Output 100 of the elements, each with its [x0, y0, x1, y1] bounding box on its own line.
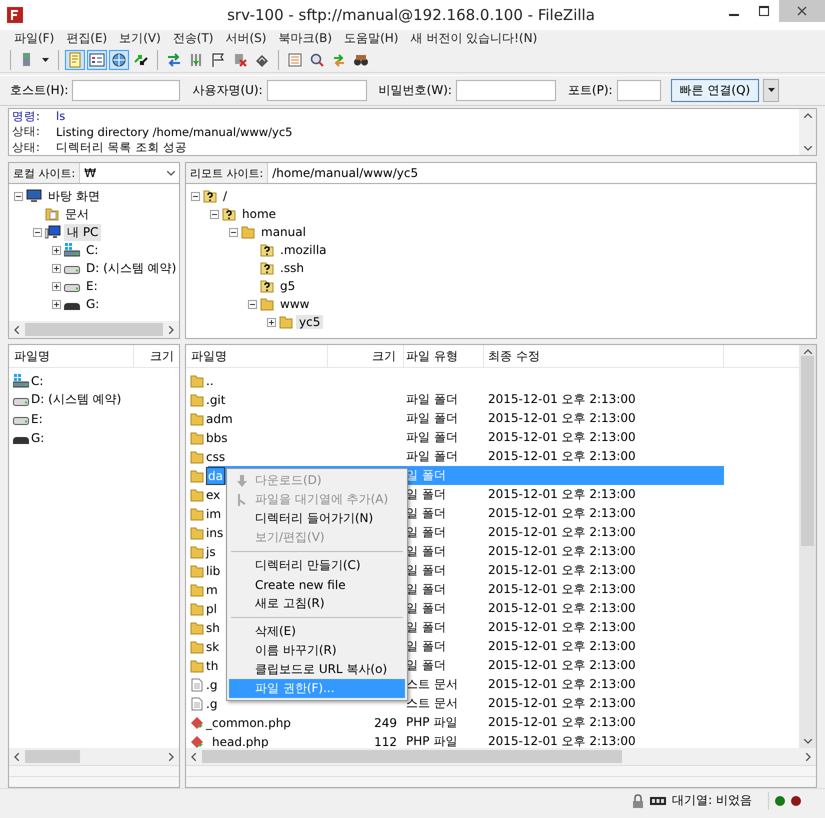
column-header[interactable]: 파일 유형 — [404, 345, 484, 368]
collapse-toggle[interactable] — [33, 228, 42, 237]
expand-toggle[interactable] — [52, 300, 61, 309]
file-name[interactable]: ex — [206, 488, 220, 502]
scroll-left-icon[interactable] — [191, 752, 196, 761]
file-name[interactable]: sk — [206, 640, 220, 654]
expand-toggle[interactable] — [52, 282, 61, 291]
scrollbar[interactable] — [9, 748, 179, 766]
tree-item[interactable]: .mozilla — [277, 243, 330, 258]
file-name[interactable]: C: — [31, 374, 44, 388]
menu-item[interactable]: 전송(T) — [166, 30, 220, 48]
file-name[interactable]: css — [206, 450, 226, 464]
column-header[interactable]: 파일명 — [186, 345, 328, 368]
scroll-down-icon[interactable] — [804, 146, 812, 152]
collapse-toggle[interactable] — [210, 210, 219, 219]
file-name[interactable]: .git — [206, 392, 226, 407]
scrollbar-thumb[interactable] — [801, 356, 814, 546]
file-name[interactable]: .. — [206, 374, 214, 388]
expand-toggle[interactable] — [52, 264, 61, 273]
tree-item[interactable]: D: (시스템 예약) — [83, 260, 179, 277]
scrollbar[interactable] — [9, 321, 179, 338]
collapse-toggle[interactable] — [229, 228, 238, 237]
tree-item[interactable]: g5 — [277, 279, 298, 294]
username-field[interactable] — [266, 80, 367, 101]
quickconnect-button[interactable]: 빠른 연결(Q) — [670, 78, 760, 102]
menu-item[interactable]: 북마크(B) — [272, 30, 338, 48]
menu-item[interactable]: 이름 바꾸기(R) — [229, 641, 405, 660]
file-name[interactable]: lib — [206, 564, 220, 578]
tree-item[interactable]: home — [239, 207, 280, 222]
file-name[interactable]: pl — [206, 602, 217, 616]
dropdown-button[interactable] — [763, 78, 780, 102]
column-header[interactable]: 파일명 — [9, 345, 134, 368]
file-name[interactable]: G: — [31, 430, 44, 445]
menu-item[interactable]: 파일(F) — [8, 30, 60, 48]
menu-item[interactable]: 디렉터리 만들기(C) — [229, 556, 405, 576]
menu-item[interactable]: 새 버전이 있습니다!(N) — [404, 30, 544, 48]
scrollbar[interactable] — [186, 748, 816, 766]
scroll-right-icon[interactable] — [169, 752, 174, 761]
file-name[interactable]: bbs — [206, 430, 228, 445]
tree-item[interactable]: www — [277, 297, 312, 312]
file-name[interactable]: .g — [206, 696, 218, 711]
tree-item[interactable]: / — [220, 189, 230, 204]
expand-toggle[interactable] — [52, 246, 61, 255]
tree-item[interactable]: C: — [83, 243, 102, 258]
menu-item[interactable]: 서버(S) — [220, 30, 272, 48]
menu-item[interactable]: 보기(V) — [113, 30, 167, 48]
tree-item[interactable]: G: — [83, 297, 102, 312]
tree-item[interactable]: E: — [83, 279, 101, 294]
file-name[interactable]: js — [206, 544, 216, 559]
tree-item[interactable]: 내 PC — [64, 224, 102, 241]
file-name[interactable]: adm — [206, 412, 233, 426]
file-name[interactable]: _head.php — [206, 734, 269, 748]
scrollbar-thumb[interactable] — [25, 750, 80, 764]
menu-item[interactable]: 도움말(H) — [338, 30, 404, 48]
file-name[interactable]: th — [206, 658, 218, 673]
tree-item[interactable]: manual — [258, 225, 309, 240]
file-name[interactable]: m — [206, 582, 218, 597]
host-field[interactable] — [72, 80, 180, 101]
chevron-down-icon[interactable] — [167, 170, 175, 176]
scrollbar-thumb[interactable] — [24, 323, 164, 336]
file-name[interactable]: sh — [206, 620, 220, 635]
file-name[interactable]: ins — [206, 526, 224, 540]
menu-item[interactable]: Create new file — [229, 575, 405, 594]
collapse-toggle[interactable] — [248, 300, 257, 309]
collapse-toggle[interactable] — [191, 192, 200, 201]
scroll-left-icon[interactable] — [14, 326, 19, 334]
menu-item[interactable]: 클립보드로 URL 복사(o) — [229, 660, 405, 680]
file-name[interactable]: E: — [31, 412, 43, 426]
tree-item[interactable]: 문서 — [62, 206, 92, 223]
scroll-up-icon[interactable] — [804, 112, 812, 118]
tree-item[interactable]: 바탕 화면 — [45, 188, 103, 205]
scrollbar[interactable] — [799, 108, 816, 156]
file-name[interactable]: .g — [206, 678, 218, 692]
local-path-combobox[interactable]: ₩ — [80, 163, 179, 184]
scroll-right-icon[interactable] — [806, 752, 811, 761]
scroll-down-icon[interactable] — [804, 739, 812, 744]
scroll-up-icon[interactable] — [804, 349, 812, 354]
menu-item[interactable]: 삭제(E) — [229, 622, 405, 642]
password-field[interactable] — [456, 80, 556, 101]
file-name[interactable]: D: (시스템 예약) — [31, 391, 122, 408]
file-name[interactable]: _common.php — [206, 716, 291, 730]
scrollbar[interactable] — [799, 345, 816, 748]
column-header[interactable]: 크기 — [328, 345, 404, 368]
close-button[interactable] — [779, 0, 825, 22]
menu-item[interactable]: 디렉터리 들어가기(N) — [229, 509, 405, 528]
scroll-right-icon[interactable] — [169, 326, 174, 334]
scrollbar-thumb[interactable] — [202, 750, 622, 764]
menu-item[interactable]: 새로 고침(R) — [229, 594, 405, 614]
tree-item[interactable]: yc5 — [296, 315, 324, 330]
scroll-left-icon[interactable] — [14, 752, 19, 761]
expand-toggle[interactable] — [267, 318, 276, 327]
globe-icon[interactable] — [109, 50, 129, 70]
tree-item[interactable]: .ssh — [277, 261, 307, 276]
column-header[interactable]: 크기 — [134, 345, 179, 368]
collapse-toggle[interactable] — [14, 192, 23, 201]
panel-icon[interactable] — [87, 50, 107, 70]
file-name[interactable]: im — [206, 506, 222, 521]
column-header[interactable]: 최종 수정 — [484, 345, 724, 368]
port-field[interactable] — [616, 80, 661, 101]
menu-item[interactable]: 편집(E) — [60, 30, 114, 48]
